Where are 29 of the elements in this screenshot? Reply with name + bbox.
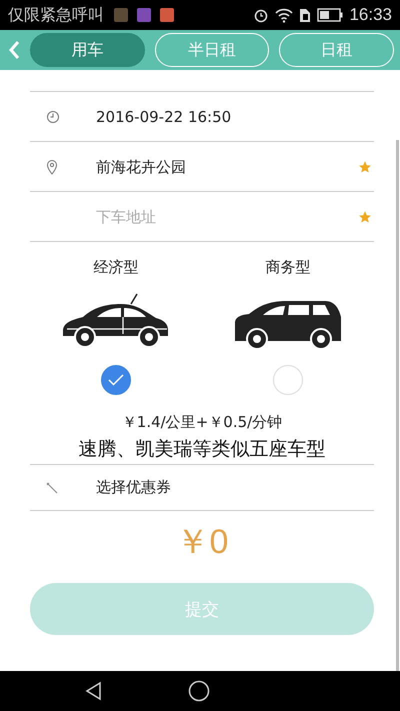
total-price: ￥0 [174,522,230,563]
wifi-icon [275,7,294,23]
car-type-label: 经济型 [94,258,138,277]
home-icon[interactable] [188,680,210,702]
tab[interactable]: 半日租 [154,33,270,67]
trip-field[interactable]: 前海花卉公园 [96,158,358,176]
rate-text: ￥1.4/公里+￥0.5/分钟 [120,413,284,432]
car-models-text: 速腾、凯美瑞等类似五座车型 [78,437,326,462]
clock-icon [46,110,60,124]
location-pin-icon [46,159,58,175]
coupon-selector[interactable]: 选择优惠券 [96,478,374,497]
clock-text: 16:33 [349,5,392,25]
checkmark-icon [108,374,124,386]
car-type-label: 商务型 [266,258,310,277]
dropoff-field[interactable]: 下车地址 [96,208,358,226]
wand-icon [46,482,58,494]
tab[interactable]: 用车 [30,33,145,67]
tab[interactable]: 日租 [279,33,394,67]
trip-field[interactable]: 2016-09-22 16:50 [96,108,374,126]
app-icon [137,8,151,22]
battery-icon [317,8,344,22]
back-icon[interactable] [84,681,104,701]
scrollbar[interactable] [396,140,399,671]
sim-icon [299,7,312,23]
alarm-icon [253,7,270,23]
radio-button[interactable] [101,365,131,395]
carrier-text: 仅限紧急呼叫 [8,4,104,26]
app-icon [160,8,174,22]
app-icon [114,8,128,22]
